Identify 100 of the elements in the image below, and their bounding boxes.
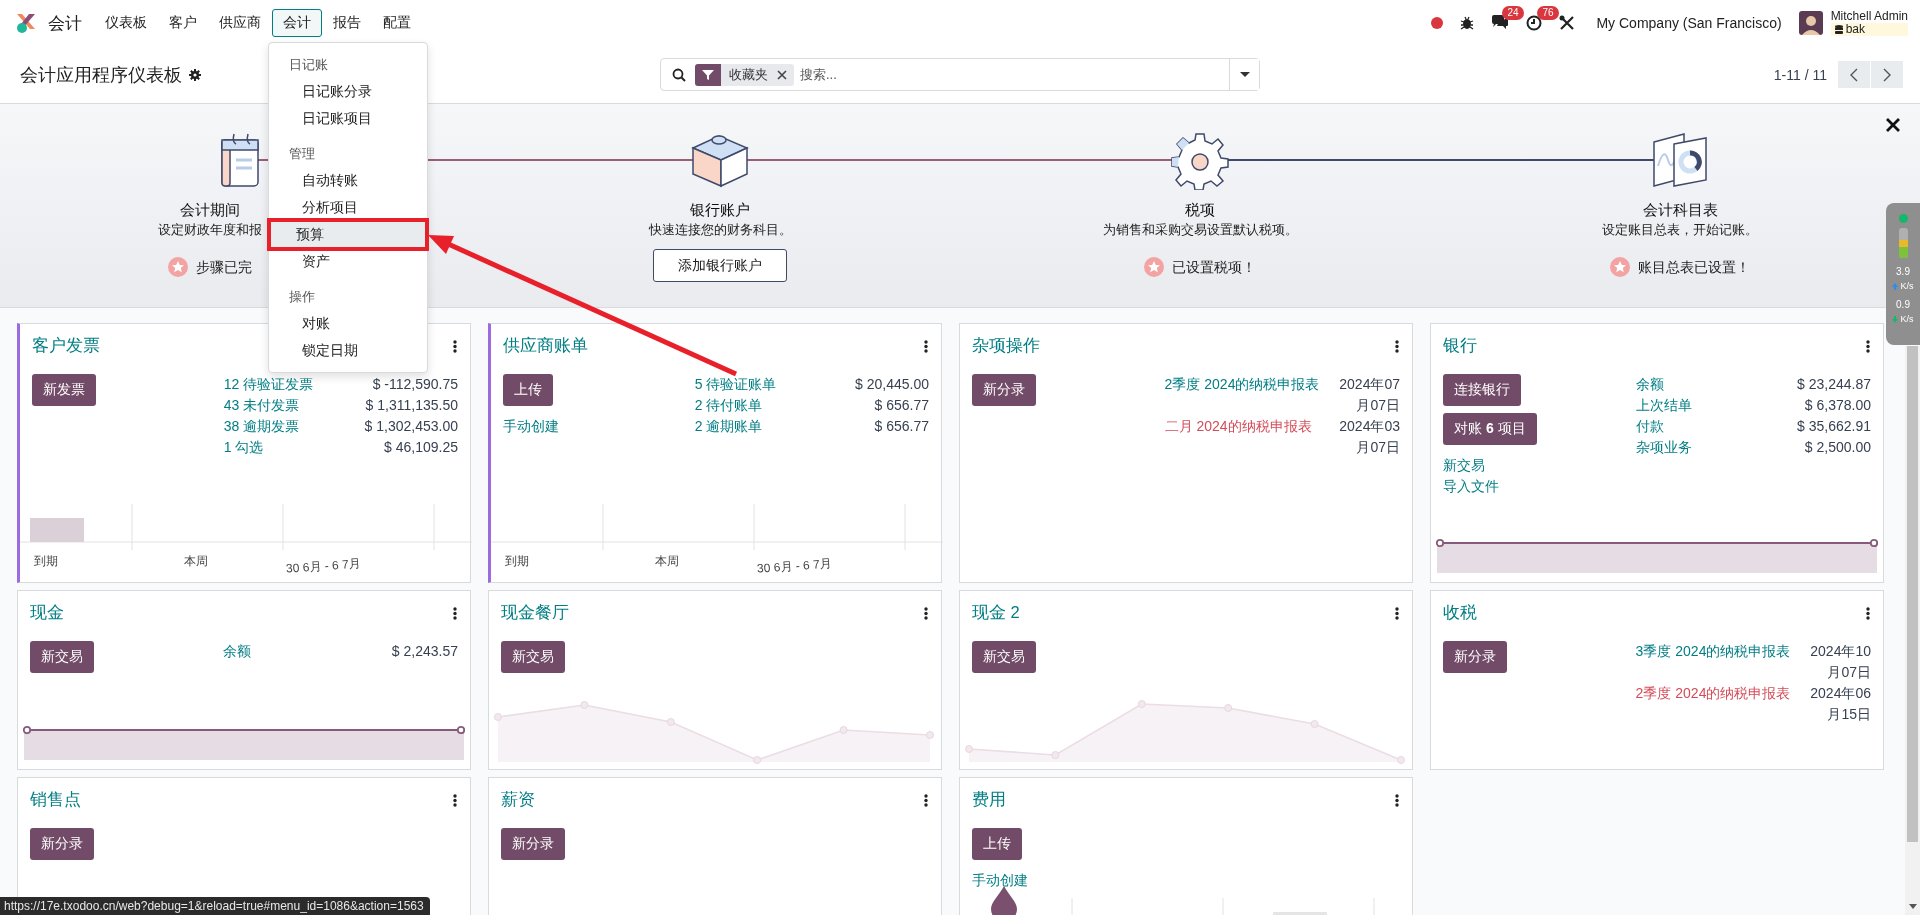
menu-item[interactable]: 预算 xyxy=(267,218,429,251)
avatar[interactable] xyxy=(1798,11,1823,35)
card-title[interactable]: 银行 xyxy=(1443,335,1477,357)
kebab-menu-icon[interactable] xyxy=(453,339,457,353)
kebab-menu-icon[interactable] xyxy=(1866,339,1870,353)
kebab-menu-icon[interactable] xyxy=(1395,793,1399,807)
clock-icon[interactable] xyxy=(1526,15,1543,31)
count-badge: 76 xyxy=(1537,6,1559,20)
user-name[interactable]: Mitchell Admin xyxy=(1830,10,1908,23)
stat-link[interactable]: 余额 xyxy=(1635,374,1788,395)
menu-item[interactable]: 资产 xyxy=(269,248,427,275)
menu-item[interactable]: 锁定日期 xyxy=(269,337,427,364)
kebab-menu-icon[interactable] xyxy=(453,606,457,620)
axis-label: 到期 xyxy=(505,554,530,570)
primary-button[interactable]: 上传 xyxy=(972,828,1022,860)
action-link[interactable]: 手动创建 xyxy=(972,870,1028,891)
primary-button[interactable]: 新交易 xyxy=(30,641,94,673)
nav-menu-item[interactable]: 会计 xyxy=(272,9,322,37)
amount: $ 656.77 xyxy=(873,396,929,415)
app-name[interactable]: 会计 xyxy=(48,11,82,35)
stat-link[interactable]: 12 待验证发票 xyxy=(223,374,355,395)
primary-button[interactable]: 新分录 xyxy=(972,374,1036,406)
report-link[interactable]: 3季度 2024的纳税申报表 xyxy=(1635,641,1797,683)
report-link[interactable]: 2季度 2024的纳税申报表 xyxy=(1164,374,1326,416)
card-title[interactable]: 销售点 xyxy=(30,789,81,811)
nav-menu-item[interactable]: 报告 xyxy=(322,9,372,37)
menu-item[interactable]: 自动转账 xyxy=(269,167,427,194)
menu-item[interactable]: 对账 xyxy=(269,310,427,337)
page-title: 会计应用程序仪表板 xyxy=(20,63,182,87)
menu-section-header: 操作 xyxy=(288,288,316,306)
stat-link[interactable]: 上次结单 xyxy=(1635,395,1788,416)
nav-menu-item[interactable]: 供应商 xyxy=(208,9,272,37)
nav-menu-item[interactable]: 客户 xyxy=(158,9,208,37)
menu-item[interactable]: 日记账项目 xyxy=(269,105,427,132)
search-box[interactable]: 收藏夹 搜索... xyxy=(660,58,1260,91)
kebab-menu-icon[interactable] xyxy=(924,793,928,807)
stat-link[interactable]: 付款 xyxy=(1635,416,1788,437)
primary-button[interactable]: 连接银行 xyxy=(1443,374,1521,406)
action-link[interactable]: 导入文件 xyxy=(1443,476,1499,497)
primary-button[interactable]: 新分录 xyxy=(1443,641,1507,673)
stat-link[interactable]: 38 逾期发票 xyxy=(223,416,355,437)
nav-menu-item[interactable]: 配置 xyxy=(372,9,422,37)
card-title[interactable]: 供应商账单 xyxy=(503,335,588,357)
amount: $ 2,243.57 xyxy=(391,642,458,661)
kebab-menu-icon[interactable] xyxy=(453,793,457,807)
chart-icon xyxy=(1650,130,1710,190)
card-title[interactable]: 现金餐厅 xyxy=(501,602,569,624)
primary-button[interactable]: 新交易 xyxy=(972,641,1036,673)
chart-point xyxy=(1869,538,1878,548)
action-link[interactable]: 新交易 xyxy=(1443,455,1499,476)
action-link[interactable]: 手动创建 xyxy=(503,416,559,437)
app-logo-icon[interactable] xyxy=(15,12,37,34)
primary-button[interactable]: 新分录 xyxy=(30,828,94,860)
nav-menu-item[interactable]: 仪表板 xyxy=(94,9,158,37)
close-icon[interactable] xyxy=(777,69,787,80)
amount: $ 656.77 xyxy=(873,417,929,436)
menu-item[interactable]: 分析项目 xyxy=(269,194,427,221)
settings-icon[interactable] xyxy=(189,68,201,81)
company-switcher[interactable]: My Company (San Francisco) xyxy=(1596,15,1782,31)
report-link[interactable]: 二月 2024的纳税申报表 xyxy=(1164,416,1326,458)
kebab-menu-icon[interactable] xyxy=(1395,339,1399,353)
primary-button[interactable]: 对账 6 项目 xyxy=(1443,413,1537,445)
card-title[interactable]: 费用 xyxy=(972,789,1006,811)
card-title[interactable]: 现金 xyxy=(30,602,64,624)
report-link[interactable]: 2季度 2024的纳税申报表 xyxy=(1635,683,1797,725)
primary-button[interactable]: 上传 xyxy=(503,374,553,406)
stat-link[interactable]: 1 勾选 xyxy=(223,437,355,458)
stat-link[interactable]: 2 逾期账单 xyxy=(694,416,846,437)
amount: $ 46,109.25 xyxy=(383,438,458,457)
scroll-down-arrow-icon[interactable] xyxy=(1909,904,1917,909)
primary-button[interactable]: 新交易 xyxy=(501,641,565,673)
stat-link[interactable]: 5 待验证账单 xyxy=(694,374,846,395)
tools-icon[interactable] xyxy=(1559,15,1576,31)
stat-link[interactable]: 43 未付发票 xyxy=(223,395,355,416)
card-title[interactable]: 收税 xyxy=(1443,602,1477,624)
card-title[interactable]: 杂项操作 xyxy=(972,335,1040,357)
stat-link[interactable]: 杂项业务 xyxy=(1635,437,1788,458)
kebab-menu-icon[interactable] xyxy=(924,606,928,620)
amount: $ 2,500.00 xyxy=(1803,438,1871,457)
stat-link[interactable]: 余额 xyxy=(222,641,382,662)
search-options-button[interactable] xyxy=(1229,59,1259,90)
card-title[interactable]: 客户发票 xyxy=(32,335,100,357)
primary-button[interactable]: 新发票 xyxy=(32,374,96,406)
step-status: 步骤已完 xyxy=(196,258,252,277)
primary-button[interactable]: 新分录 xyxy=(501,828,565,860)
stat-link[interactable]: 2 待付账单 xyxy=(694,395,846,416)
card-title[interactable]: 薪资 xyxy=(501,789,535,811)
bug-icon[interactable] xyxy=(1460,16,1475,30)
dot-icon[interactable] xyxy=(1431,17,1444,29)
close-icon[interactable] xyxy=(1886,118,1900,132)
kebab-menu-icon[interactable] xyxy=(1866,606,1870,620)
chat-icon[interactable] xyxy=(1491,15,1510,31)
kebab-menu-icon[interactable] xyxy=(1395,606,1399,620)
search-field[interactable]: 搜索... xyxy=(794,61,1229,88)
card-title[interactable]: 现金 2 xyxy=(972,602,1020,624)
kebab-menu-icon[interactable] xyxy=(924,339,928,353)
chart-point xyxy=(839,726,848,734)
step-action-button[interactable]: 添加银行账户 xyxy=(653,249,787,282)
axis-label: 本周 xyxy=(184,554,209,570)
menu-item[interactable]: 日记账分录 xyxy=(269,78,427,105)
